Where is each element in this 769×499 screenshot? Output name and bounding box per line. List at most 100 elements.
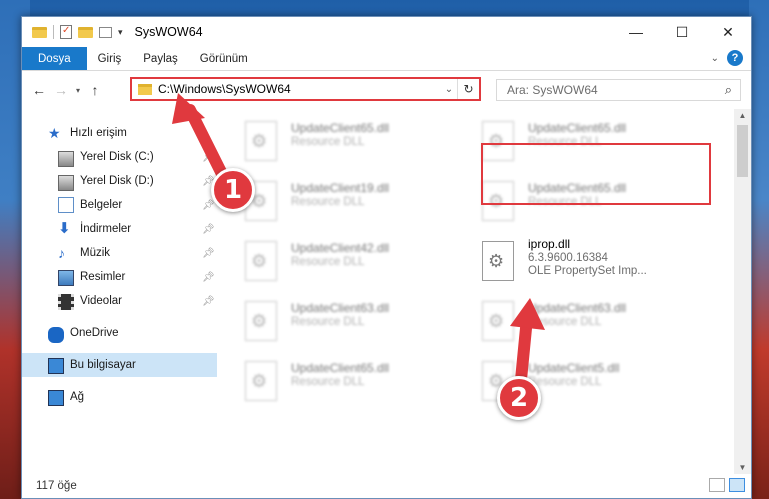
disk-icon (58, 151, 74, 167)
file-description: Resource DLL (528, 376, 602, 388)
file-name: iprop.dll (528, 237, 571, 251)
explorer-window: ▾ SysWOW64 — ☐ ✕ Dosya Giriş Paylaş Görü… (21, 16, 752, 499)
sidebar-item-label: İndirmeler (80, 223, 132, 235)
pin-icon: 📌︎ (202, 151, 215, 163)
list-item[interactable]: ⚙ UpdateClient63.dll Resource DLL (482, 295, 712, 349)
navigation-pane: ★ Hızlı erişim Yerel Disk (C:) 📌︎ Yerel … (22, 109, 217, 474)
address-bar[interactable]: C:\Windows\SysWOW64 ⌄ ↻ (130, 77, 481, 101)
sidebar-item-documents[interactable]: Belgeler 📌︎ (22, 193, 217, 217)
file-name: UpdateClient5.dll (528, 361, 620, 375)
new-folder-icon[interactable] (78, 26, 93, 38)
sidebar-item-label: Videolar (80, 295, 122, 307)
quick-access-toolbar: ▾ (32, 25, 123, 39)
properties-icon[interactable] (60, 25, 72, 39)
sidebar-item-label: Resimler (80, 271, 126, 283)
computer-icon (48, 358, 64, 374)
highlight-box-file (481, 143, 711, 205)
up-arrow-icon[interactable]: ↑ (84, 82, 106, 98)
sidebar-item-local-disk-c[interactable]: Yerel Disk (C:) 📌︎ (22, 145, 217, 169)
list-item[interactable]: ⚙ UpdateClient65.dll Resource DLL (245, 115, 475, 169)
sidebar-item-pictures[interactable]: Resimler 📌︎ (22, 265, 217, 289)
star-icon: ★ (48, 125, 61, 141)
pin-icon: 📌︎ (202, 271, 215, 283)
window-title: SysWOW64 (134, 25, 203, 39)
sidebar-item-label: Müzik (80, 247, 111, 259)
sidebar-item-network[interactable]: Ağ (22, 385, 217, 409)
file-name: UpdateClient42.dll (291, 241, 390, 255)
file-description: Resource DLL (291, 196, 365, 208)
file-description: OLE PropertySet Imp... (528, 265, 647, 277)
title-bar: ▾ SysWOW64 — ☐ ✕ (22, 17, 751, 47)
view-toggle (709, 478, 745, 492)
customize-toolbar-icon[interactable] (99, 26, 112, 38)
recent-locations-icon[interactable]: ▾ (72, 86, 84, 95)
item-count: 117 öğe (36, 480, 77, 492)
annotation-badge-1: 1 (211, 168, 255, 212)
vertical-scrollbar[interactable]: ▲ ▼ (734, 109, 751, 474)
expand-ribbon-icon[interactable]: ⌄ (711, 53, 719, 64)
sidebar-item-this-pc[interactable]: Bu bilgisayar (22, 353, 217, 377)
scroll-down-icon[interactable]: ▼ (734, 463, 751, 472)
forward-arrow-icon[interactable]: → (50, 82, 72, 98)
file-version: 6.3.9600.16384 (528, 252, 608, 264)
sidebar-item-label: Belgeler (80, 199, 123, 211)
tab-paylas[interactable]: Paylaş (132, 47, 189, 70)
file-description: Resource DLL (291, 376, 365, 388)
search-icon[interactable]: ⌕ (725, 82, 732, 98)
sidebar-item-music[interactable]: ♪ Müzik 📌︎ (22, 241, 217, 265)
file-description: Resource DLL (291, 316, 365, 328)
pin-icon: 📌︎ (202, 223, 215, 235)
sidebar-item-label: Yerel Disk (C:) (80, 151, 154, 163)
sidebar-item-label: Bu bilgisayar (70, 359, 136, 371)
tiles-view-icon[interactable] (729, 478, 745, 492)
search-input[interactable]: Ara: SysWOW64 ⌕ (496, 79, 741, 101)
back-arrow-icon[interactable]: ← (28, 82, 50, 98)
details-view-icon[interactable] (709, 478, 725, 492)
pictures-icon (58, 270, 74, 286)
sidebar-item-quick-access[interactable]: ★ Hızlı erişim (22, 121, 217, 145)
dll-file-icon: ⚙ (245, 241, 277, 281)
sidebar-item-downloads[interactable]: ⬇ İndirmeler 📌︎ (22, 217, 217, 241)
list-item[interactable]: ⚙ UpdateClient65.dll Resource DLL (245, 355, 475, 409)
videos-icon (58, 294, 74, 310)
tab-gorunum[interactable]: Görünüm (189, 47, 259, 70)
help-icon[interactable]: ? (727, 50, 743, 66)
tab-giris[interactable]: Giriş (87, 47, 133, 70)
address-path[interactable]: C:\Windows\SysWOW64 (158, 82, 441, 96)
close-button[interactable]: ✕ (705, 17, 751, 47)
music-icon: ♪ (58, 245, 65, 261)
minimize-button[interactable]: — (613, 17, 659, 47)
file-name: UpdateClient19.dll (291, 181, 390, 195)
list-item-iprop[interactable]: ⚙ iprop.dll 6.3.9600.16384 OLE PropertyS… (482, 235, 712, 295)
annotation-badge-2: 2 (497, 376, 541, 420)
chevron-down-icon[interactable]: ▾ (118, 27, 123, 38)
pin-icon: 📌︎ (202, 247, 215, 259)
file-description: Resource DLL (291, 136, 365, 148)
scroll-thumb[interactable] (737, 125, 748, 177)
folder-icon (138, 83, 152, 95)
search-placeholder: Ara: SysWOW64 (507, 83, 598, 97)
sidebar-item-label: Ağ (70, 391, 85, 403)
sidebar-item-local-disk-d[interactable]: Yerel Disk (D:) 📌︎ (22, 169, 217, 193)
dll-file-icon: ⚙ (482, 301, 514, 341)
disk-icon (58, 175, 74, 191)
list-item[interactable]: ⚙ UpdateClient19.dll Resource DLL (245, 175, 475, 229)
ribbon-tabs: Dosya Giriş Paylaş Görünüm ⌄ ? (22, 47, 751, 71)
scroll-up-icon[interactable]: ▲ (734, 111, 751, 120)
file-name: UpdateClient63.dll (528, 301, 627, 315)
file-description: Resource DLL (291, 256, 365, 268)
chevron-down-icon[interactable]: ⌄ (441, 84, 457, 95)
sidebar-item-videos[interactable]: Videolar 📌︎ (22, 289, 217, 313)
folder-icon (32, 26, 47, 38)
desktop-background-right (749, 0, 769, 499)
list-item[interactable]: ⚙ UpdateClient42.dll Resource DLL (245, 235, 475, 289)
cloud-icon (48, 327, 64, 343)
maximize-button[interactable]: ☐ (659, 17, 705, 47)
tab-dosya[interactable]: Dosya (22, 47, 87, 70)
sidebar-item-onedrive[interactable]: OneDrive (22, 321, 217, 345)
list-item[interactable]: ⚙ UpdateClient63.dll Resource DLL (245, 295, 475, 349)
dll-file-icon: ⚙ (482, 241, 514, 281)
refresh-icon[interactable]: ↻ (457, 79, 479, 99)
address-row: ← → ▾ ↑ C:\Windows\SysWOW64 ⌄ ↻ Ara: Sys… (22, 71, 751, 109)
sidebar-item-label: Yerel Disk (D:) (80, 175, 154, 187)
